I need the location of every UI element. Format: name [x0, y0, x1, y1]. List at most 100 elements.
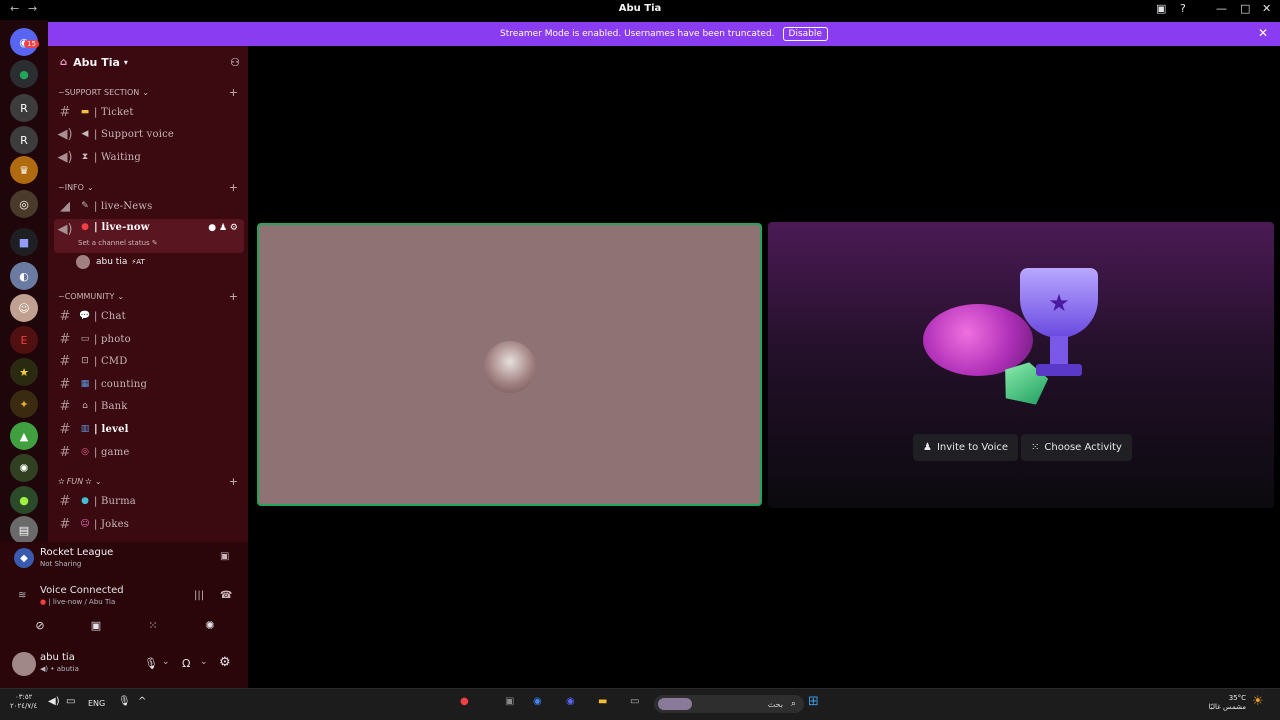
- channel-bank[interactable]: # ⌂ | Bank: [54, 396, 244, 416]
- add-channel-icon[interactable]: +: [229, 475, 238, 488]
- search-icon: ⌕: [790, 699, 796, 709]
- activity-tile: ★: [768, 222, 1274, 508]
- server-header[interactable]: ⌂ Abu Tia ▾ ⚇: [48, 46, 248, 78]
- channel-level[interactable]: # ▥ | level: [54, 419, 244, 439]
- activities-icon: ⁙: [148, 618, 158, 632]
- user-handle: ◀) • abutia: [40, 665, 79, 673]
- chevron-down-icon[interactable]: ⌄: [162, 657, 170, 667]
- add-channel-icon[interactable]: +: [229, 86, 238, 99]
- folder-icon[interactable]: ■: [10, 228, 38, 256]
- disconnect-icon[interactable]: ☎: [220, 590, 232, 601]
- globe-emoji-icon: ●: [81, 496, 89, 506]
- user-avatar[interactable]: [12, 652, 36, 676]
- speaker-icon[interactable]: ◀): [48, 696, 60, 707]
- chat-bubble-icon[interactable]: ●: [208, 223, 216, 233]
- category-label: INFO: [64, 183, 84, 192]
- camera-off-button[interactable]: ⊘: [12, 614, 68, 636]
- server-icon-7[interactable]: ☺: [10, 294, 38, 322]
- shell-illustration-icon: [923, 304, 1033, 376]
- user-settings-icon[interactable]: ⚙: [219, 655, 231, 670]
- user-avatar: [76, 255, 90, 269]
- microphone-icon[interactable]: 🎙: [144, 657, 158, 670]
- invite-to-voice-button[interactable]: ♟ Invite to Voice: [913, 434, 1019, 461]
- choose-activity-button[interactable]: ⁙ Choose Activity: [1021, 434, 1132, 461]
- server-icon-6[interactable]: ◐: [10, 262, 38, 290]
- search-box[interactable]: بحث ⌕: [654, 695, 804, 713]
- speaker-icon: ◀): [57, 149, 73, 165]
- category-info[interactable]: ~ INFO ⌄ +: [58, 181, 244, 194]
- minimize-icon[interactable]: —: [1216, 2, 1227, 15]
- chrome-icon[interactable]: ◉: [533, 696, 542, 707]
- invite-icon[interactable]: ♟: [219, 223, 227, 233]
- channel-status[interactable]: Set a channel status ✎: [78, 239, 158, 247]
- voice-location: ● | live-now / Abu Tia: [40, 598, 116, 606]
- channel-burma[interactable]: # ● | Burma: [54, 491, 244, 511]
- server-icon-5[interactable]: ◎: [10, 190, 38, 218]
- speech-emoji-icon: 💬: [79, 311, 91, 321]
- unread-badge: 15: [24, 40, 39, 48]
- server-icon-3[interactable]: R: [10, 126, 38, 154]
- windows-start-icon[interactable]: ⊞: [808, 694, 819, 709]
- app-icon-1[interactable]: ●: [460, 696, 469, 707]
- channel-game[interactable]: # ◎ | game: [54, 442, 244, 462]
- channel-ticket[interactable]: # ▬ | Ticket: [54, 102, 244, 122]
- channel-photo[interactable]: # ▭ | photo: [54, 329, 244, 349]
- file-explorer-icon[interactable]: ▬: [598, 696, 607, 707]
- maximize-icon[interactable]: □: [1240, 2, 1250, 15]
- server-icon-9[interactable]: ★: [10, 358, 38, 386]
- server-icon-10[interactable]: ✦: [10, 390, 38, 418]
- voice-user[interactable]: abu tia ⚡ AT: [76, 252, 236, 272]
- channel-waiting[interactable]: ◀) ⧗ | Waiting: [54, 147, 244, 167]
- category-fun[interactable]: ✫ FUN ✫ ⌄ +: [58, 475, 244, 488]
- speaking-user-avatar: [484, 341, 536, 393]
- channel-live-news[interactable]: ◢ ✎ | live-News: [54, 196, 244, 216]
- close-window-icon[interactable]: ✕: [1262, 2, 1271, 15]
- inbox-icon[interactable]: ▣: [1156, 2, 1166, 15]
- add-member-icon[interactable]: ⚇: [230, 56, 240, 69]
- server-icon-12[interactable]: ✺: [10, 454, 38, 482]
- rocket-league-icon: ◆: [14, 548, 34, 568]
- channel-cmd[interactable]: # ⊡ | CMD: [54, 351, 244, 371]
- channel-chat[interactable]: # 💬 | Chat: [54, 306, 244, 326]
- weather-widget[interactable]: 35°C مشمس غالبًا: [1200, 694, 1246, 712]
- add-channel-icon[interactable]: +: [229, 290, 238, 303]
- headphones-icon[interactable]: Ω: [182, 657, 190, 670]
- server-icon-13[interactable]: ●: [10, 486, 38, 514]
- user-video-tile[interactable]: [257, 223, 762, 506]
- share-screen-icon[interactable]: ▣: [220, 551, 229, 562]
- noise-suppression-icon[interactable]: |||: [194, 590, 204, 601]
- app-icon-2[interactable]: ▣: [505, 696, 514, 707]
- chevron-down-icon[interactable]: ⌄: [200, 657, 208, 667]
- activities-button[interactable]: ⁙: [125, 614, 181, 636]
- language-indicator[interactable]: ENG: [88, 699, 105, 708]
- channel-live-now[interactable]: ◀) ● | live-now ● ♟ ⚙ Set a channel status…: [54, 219, 244, 253]
- soundboard-button[interactable]: ✺: [182, 614, 238, 636]
- channel-jokes[interactable]: # ☺ | Jokes: [54, 514, 244, 534]
- settings-gear-icon[interactable]: ⚙: [230, 223, 238, 233]
- server-icon-2[interactable]: R: [10, 94, 38, 122]
- screen-share-button[interactable]: ▣: [68, 614, 124, 636]
- server-icon-11[interactable]: ▲: [10, 422, 38, 450]
- channel-counting[interactable]: # ▦ | counting: [54, 374, 244, 394]
- category-community[interactable]: ~ COMMUNITY ⌄ +: [58, 290, 244, 303]
- discord-taskbar-icon[interactable]: ◉: [566, 696, 575, 707]
- server-icon-4[interactable]: ♛: [10, 156, 38, 184]
- streamer-mode-banner: Streamer Mode is enabled. Usernames have…: [48, 22, 1280, 46]
- category-label: SUPPORT SECTION: [64, 88, 140, 97]
- close-banner-icon[interactable]: ✕: [1258, 26, 1268, 40]
- microphone-icon[interactable]: 🎙: [118, 696, 131, 707]
- channel-support-voice[interactable]: ◀) ◀ | Support voice: [54, 124, 244, 144]
- network-icon[interactable]: ▭: [66, 696, 75, 707]
- server-icon-14[interactable]: ▤: [10, 516, 38, 544]
- chevron-up-icon[interactable]: ^: [138, 696, 146, 707]
- category-support-section[interactable]: ~ SUPPORT SECTION ⌄ +: [58, 86, 244, 99]
- chevron-down-icon: ⌄: [117, 292, 125, 301]
- server-icon-1[interactable]: ●: [10, 60, 38, 88]
- help-icon[interactable]: ?: [1180, 2, 1186, 15]
- clock[interactable]: ٠٣:٥٢ ٢٠٢٤/٧/٤: [10, 693, 37, 711]
- chevron-down-icon: ▾: [123, 57, 128, 67]
- disable-button[interactable]: Disable: [782, 27, 828, 41]
- server-icon-8[interactable]: E: [10, 326, 38, 354]
- add-channel-icon[interactable]: +: [229, 181, 238, 194]
- app-icon-3[interactable]: ▭: [630, 696, 639, 707]
